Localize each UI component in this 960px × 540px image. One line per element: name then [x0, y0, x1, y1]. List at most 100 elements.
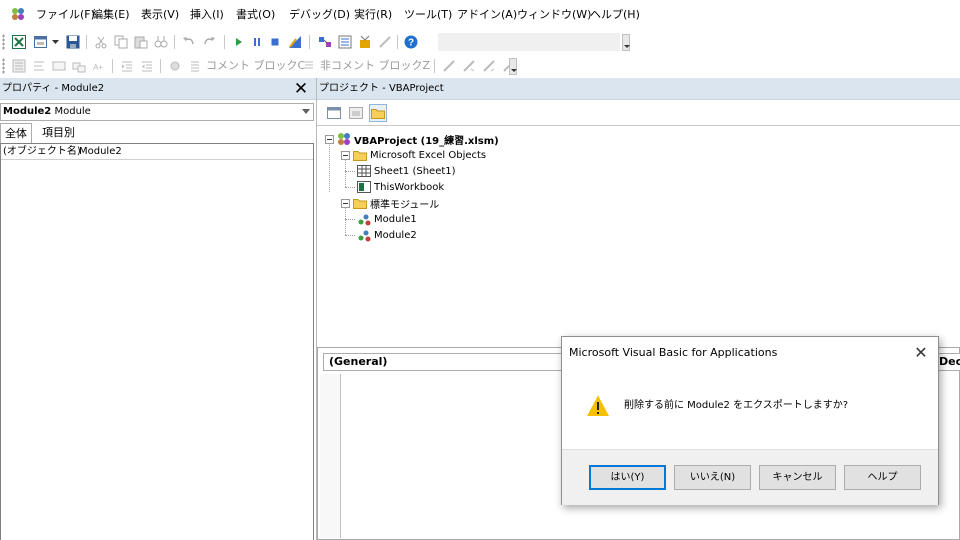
dialog-message: 削除する前に Module2 をエクスポートしますか?	[624, 400, 849, 411]
collapse-icon[interactable]	[341, 150, 350, 160]
no-button[interactable]: いいえ(N)	[674, 465, 751, 490]
uncomment-block-icon[interactable]	[300, 57, 318, 75]
project-tree: VBAProject (19_練習.xlsm) Microsoft Excel …	[317, 125, 960, 345]
comment-block-icon[interactable]	[186, 57, 204, 75]
tree-label: Module2	[374, 229, 417, 241]
object-dropdown[interactable]: (General)	[323, 353, 573, 371]
project-explorer-icon[interactable]	[316, 33, 334, 51]
close-icon[interactable]: ✕	[290, 80, 312, 98]
copy-icon[interactable]	[112, 33, 130, 51]
help-button[interactable]: ヘルプ	[844, 465, 921, 490]
menu-run[interactable]: 実行(R)	[350, 0, 396, 30]
chevron-down-icon[interactable]	[302, 109, 310, 114]
tree-node-module2[interactable]: Module2	[357, 227, 417, 243]
object-dropdown-value: (General)	[329, 355, 388, 368]
uncomment-block-label[interactable]: 非コメント ブロックZ	[320, 58, 430, 74]
toolbox-icon[interactable]	[376, 33, 394, 51]
undo-icon[interactable]	[180, 33, 198, 51]
paste-icon[interactable]	[132, 33, 150, 51]
tree-label: ThisWorkbook	[374, 181, 445, 193]
edit-toolbar: A+ コメント ブロックC 非コメント ブロックZ	[0, 54, 960, 78]
tree-node-sheet1[interactable]: Sheet1 (Sheet1)	[357, 163, 456, 179]
module-icon	[358, 214, 371, 226]
tab-alphabetic[interactable]: 全体	[0, 123, 32, 143]
menu-tools[interactable]: ツール(T)	[400, 0, 456, 30]
toggle-folders-icon[interactable]	[369, 104, 387, 122]
menu-format[interactable]: 書式(O)	[232, 0, 279, 30]
previous-bookmark-icon[interactable]	[480, 57, 498, 75]
menu-edit[interactable]: 編集(E)	[88, 0, 134, 30]
menu-view[interactable]: 表示(V)	[137, 0, 183, 30]
redo-icon[interactable]	[200, 33, 218, 51]
module-icon	[358, 230, 371, 242]
tree-label: Module1	[374, 213, 417, 225]
toolbar-grip[interactable]	[2, 58, 5, 74]
outdent-icon[interactable]	[138, 57, 156, 75]
indent-icon[interactable]	[118, 57, 136, 75]
find-icon[interactable]	[152, 33, 170, 51]
object-browser-icon[interactable]	[356, 33, 374, 51]
dialog-title: Microsoft Visual Basic for Applications	[569, 346, 778, 359]
parameter-info-icon[interactable]	[70, 57, 88, 75]
cursor-position-box	[438, 33, 620, 51]
collapse-icon[interactable]	[341, 198, 350, 208]
menu-insert[interactable]: 挿入(I)	[186, 0, 228, 30]
tree-node-module1[interactable]: Module1	[357, 211, 417, 227]
toolbar-grip[interactable]	[2, 34, 5, 50]
reset-icon[interactable]	[266, 33, 284, 51]
collapse-icon[interactable]	[325, 134, 334, 144]
complete-word-icon[interactable]: A+	[90, 57, 108, 75]
workbook-icon	[357, 181, 371, 193]
properties-object-dropdown[interactable]: Module2 Module	[0, 103, 314, 121]
quick-info-icon[interactable]	[50, 57, 68, 75]
properties-title: プロパティ - Module2	[2, 83, 105, 94]
tree-node-excel-objects[interactable]: Microsoft Excel Objects	[341, 147, 486, 163]
next-bookmark-icon[interactable]	[460, 57, 478, 75]
tree-node-thisworkbook[interactable]: ThisWorkbook	[357, 179, 444, 195]
object-type: Module	[54, 106, 91, 117]
menu-debug[interactable]: デバッグ(D)	[285, 0, 354, 30]
properties-grid: (オブジェクト名) Module2	[0, 143, 314, 540]
standard-toolbar: ?	[0, 30, 960, 54]
comment-block-label[interactable]: コメント ブロックC	[206, 58, 305, 74]
menu-window[interactable]: ウィンドウ(W)	[513, 0, 595, 30]
view-code-icon[interactable]	[325, 104, 343, 122]
menu-addins[interactable]: アドイン(A)	[453, 0, 521, 30]
run-icon[interactable]	[230, 33, 248, 51]
toggle-bookmark-icon[interactable]	[440, 57, 458, 75]
excel-view-icon[interactable]	[10, 33, 28, 51]
insert-dropdown-icon[interactable]	[50, 33, 60, 51]
toolbar-overflow-button[interactable]	[509, 58, 517, 75]
cut-icon[interactable]	[92, 33, 110, 51]
tree-label: 標準モジュール	[370, 199, 440, 211]
properties-window-icon[interactable]	[336, 33, 354, 51]
help-icon[interactable]: ?	[402, 33, 420, 51]
property-row-name[interactable]: (オブジェクト名) Module2	[1, 144, 313, 160]
view-object-icon[interactable]	[347, 104, 365, 122]
tree-node-vbaproject[interactable]: VBAProject (19_練習.xlsm)	[325, 131, 499, 147]
property-value[interactable]: Module2	[79, 144, 122, 159]
insert-userform-icon[interactable]	[32, 33, 50, 51]
design-mode-icon[interactable]	[286, 33, 304, 51]
properties-tabs: 全体 項目別	[0, 123, 316, 143]
save-icon[interactable]	[64, 33, 82, 51]
toggle-breakpoint-icon[interactable]	[166, 57, 184, 75]
close-icon[interactable]: ✕	[908, 341, 934, 365]
tab-categorized[interactable]: 項目別	[38, 123, 79, 143]
svg-text:A+: A+	[93, 63, 103, 72]
list-constants-icon[interactable]	[30, 57, 48, 75]
yes-button[interactable]: はい(Y)	[589, 465, 666, 490]
list-properties-icon[interactable]	[10, 57, 28, 75]
svg-text:?: ?	[408, 38, 414, 49]
break-icon[interactable]	[248, 33, 266, 51]
folder-icon	[353, 151, 367, 161]
code-margin[interactable]	[320, 374, 341, 538]
menu-help[interactable]: ヘルプ(H)	[586, 0, 644, 30]
vba-project-icon	[338, 133, 350, 145]
cancel-button[interactable]: キャンセル	[759, 465, 836, 490]
toolbar-overflow-button[interactable]	[622, 34, 630, 51]
folder-icon	[353, 199, 367, 209]
tree-label: VBAProject (19_練習.xlsm)	[354, 135, 499, 147]
tree-node-modules[interactable]: 標準モジュール	[341, 195, 439, 211]
export-confirm-dialog: Microsoft Visual Basic for Applications …	[561, 336, 939, 505]
